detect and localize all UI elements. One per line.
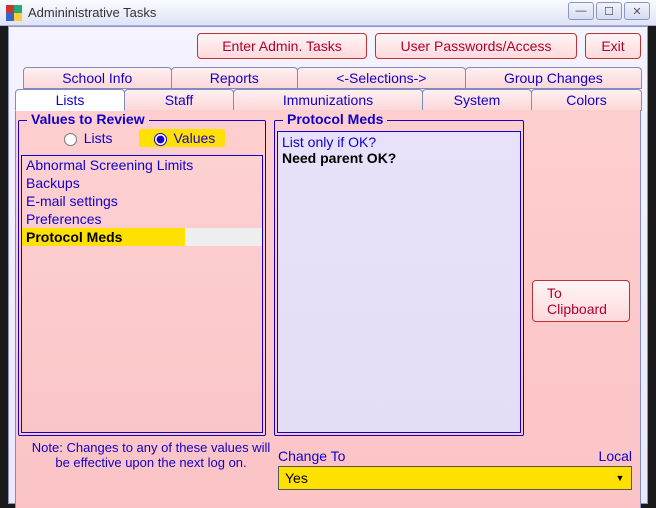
note-text: Note: Changes to any of these values wil… (26, 440, 276, 470)
protocol-meds-legend: Protocol Meds (283, 111, 387, 127)
radio-values[interactable]: Values (139, 129, 226, 147)
tab-colors[interactable]: Colors (531, 89, 642, 111)
chevron-down-icon: ▼ (613, 471, 627, 485)
to-clipboard-button[interactable]: To Clipboard (532, 280, 630, 322)
close-button[interactable]: ✕ (624, 2, 650, 20)
radio-lists-label: Lists (84, 130, 113, 146)
change-to-value: Yes (285, 470, 308, 486)
values-to-review-legend: Values to Review (27, 111, 149, 127)
tab-system[interactable]: System (422, 89, 532, 111)
app-icon (6, 5, 22, 21)
tab-lists[interactable]: Lists (15, 89, 125, 111)
change-to-dropdown[interactable]: Yes ▼ (278, 466, 632, 490)
list-item[interactable]: E-mail settings (22, 192, 262, 210)
list-item-selected[interactable]: Protocol Meds (22, 228, 262, 246)
enter-admin-tasks-button[interactable]: Enter Admin. Tasks (197, 33, 367, 59)
protocol-meds-group: Protocol Meds List only if OK? Need pare… (274, 120, 524, 436)
change-to-label: Change To (278, 448, 345, 464)
list-item[interactable]: Preferences (22, 210, 262, 228)
values-to-review-group: Values to Review Lists Values Abnormal S… (18, 120, 266, 436)
values-listbox[interactable]: Abnormal Screening Limits Backups E-mail… (21, 155, 263, 433)
tab-reports[interactable]: Reports (171, 67, 298, 89)
maximize-button[interactable]: ☐ (596, 2, 622, 20)
tab-immunizations[interactable]: Immunizations (233, 89, 423, 111)
local-label: Local (599, 448, 632, 464)
list-item[interactable]: Backups (22, 174, 262, 192)
detail-line-1: List only if OK? (282, 134, 516, 150)
window-title: Admininistrative Tasks (28, 5, 156, 20)
tab-selections[interactable]: <-Selections-> (297, 67, 466, 89)
radio-lists[interactable]: Lists (59, 129, 113, 147)
minimize-button[interactable]: — (568, 2, 594, 20)
detail-line-2: Need parent OK? (282, 150, 516, 166)
tab-group-changes[interactable]: Group Changes (465, 67, 642, 89)
change-to-area: Change To Local Yes ▼ (278, 448, 632, 490)
titlebar: Admininistrative Tasks — ☐ ✕ (0, 0, 656, 26)
tab-page-lists: Values to Review Lists Values Abnormal S… (15, 110, 641, 508)
radio-values-input[interactable] (154, 133, 167, 146)
tab-school-info[interactable]: School Info (23, 67, 172, 89)
list-item[interactable]: Abnormal Screening Limits (22, 156, 262, 174)
client-area: Enter Admin. Tasks User Passwords/Access… (8, 26, 648, 504)
detail-box[interactable]: List only if OK? Need parent OK? (277, 131, 521, 433)
tab-staff[interactable]: Staff (124, 89, 234, 111)
exit-button[interactable]: Exit (585, 33, 641, 59)
radio-values-label: Values (174, 130, 216, 146)
radio-lists-input[interactable] (64, 133, 77, 146)
user-passwords-access-button[interactable]: User Passwords/Access (375, 33, 577, 59)
